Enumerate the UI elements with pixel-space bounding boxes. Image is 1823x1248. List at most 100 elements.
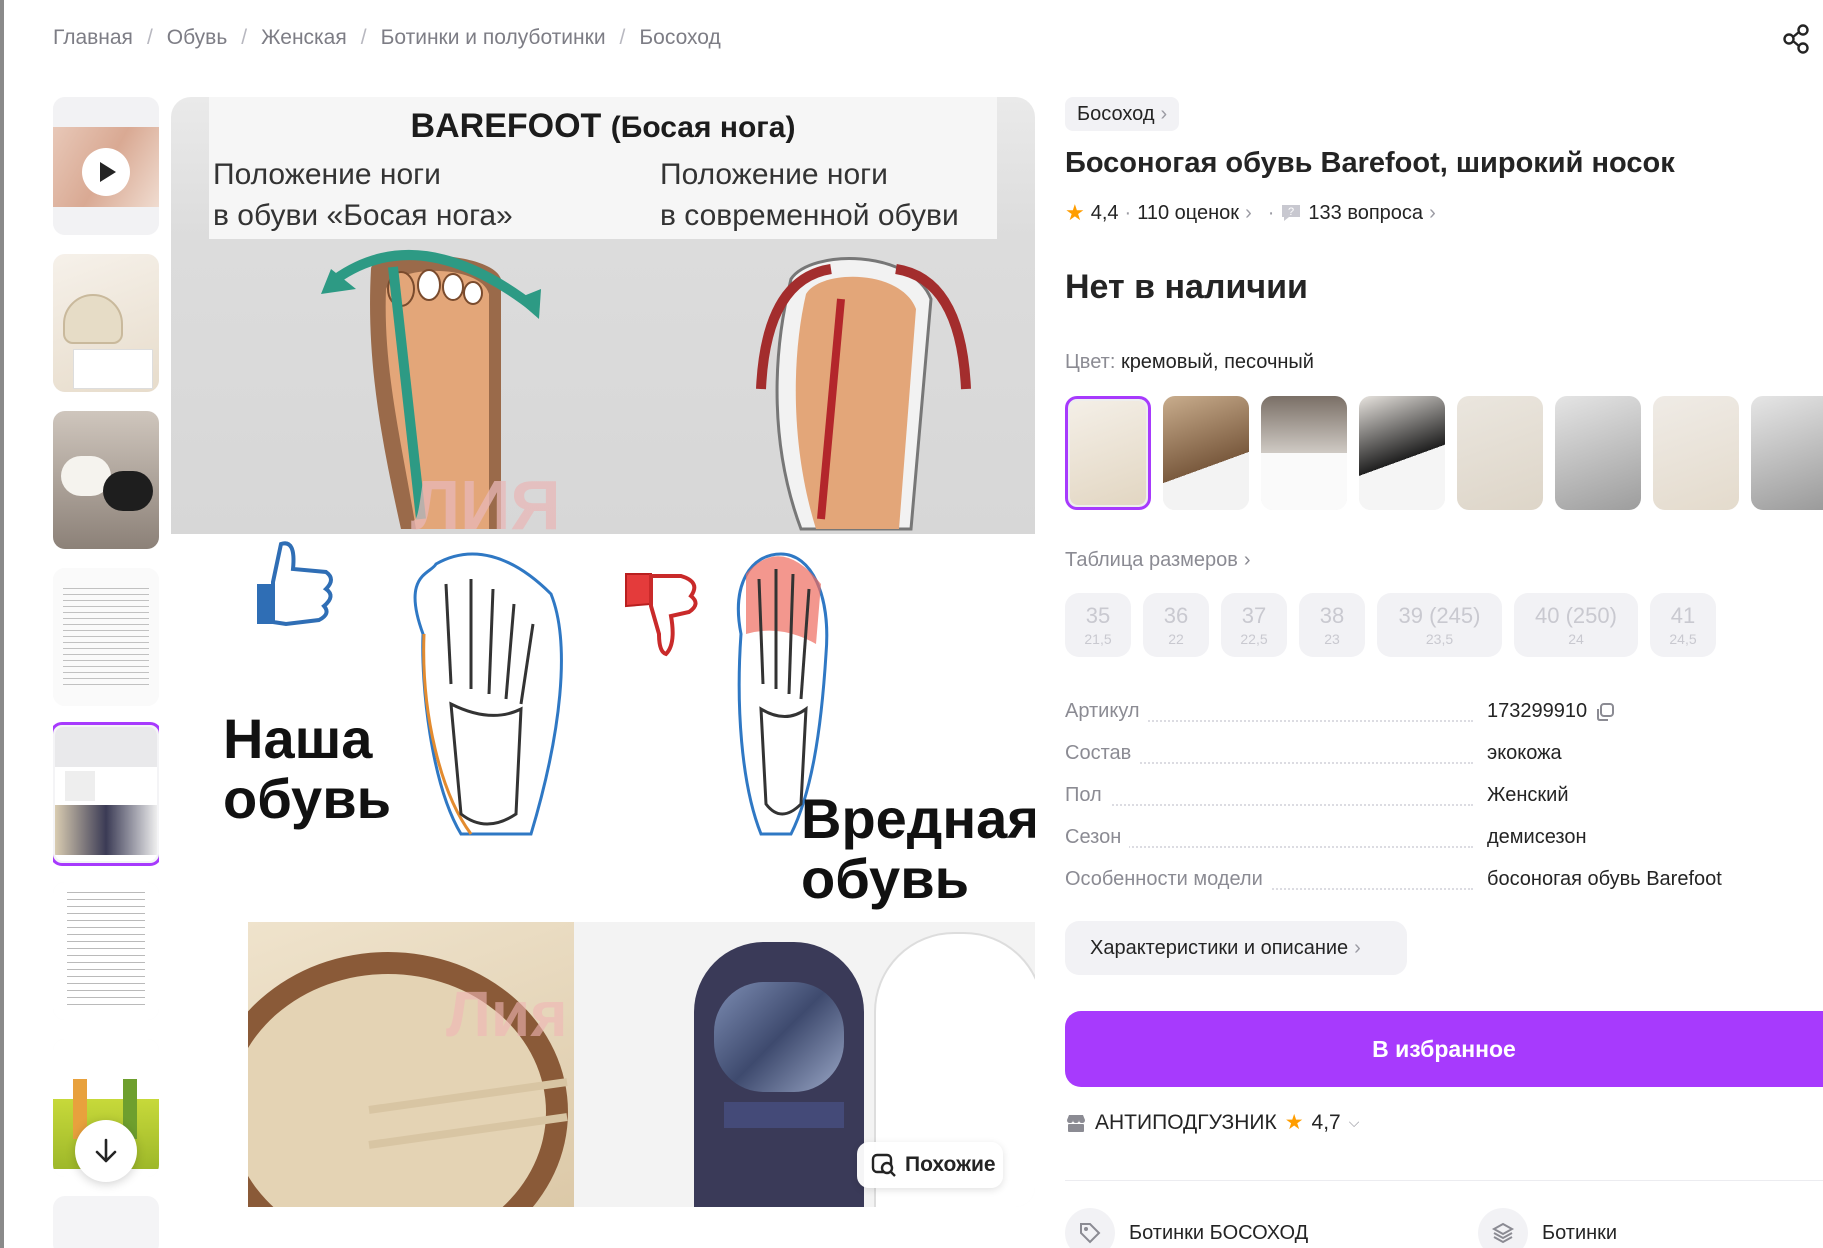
size-table-link[interactable]: Таблица размеров › <box>1065 549 1251 572</box>
color-swatch[interactable] <box>1163 396 1249 510</box>
color-swatch[interactable] <box>1653 396 1739 510</box>
thumbnail-video[interactable] <box>53 97 159 235</box>
image-heading: BAREFOOT (Босая нога) <box>171 107 1035 146</box>
thumbnail[interactable] <box>53 882 159 1020</box>
thumbnail[interactable] <box>53 411 159 549</box>
size-option[interactable]: 36 22 <box>1143 593 1209 657</box>
size-main: 41 <box>1670 603 1696 628</box>
product-title: Босоногая обувь Barefoot, широкий носок <box>1065 147 1675 179</box>
spec-value: Женский <box>1487 784 1569 806</box>
size-sub: 23,5 <box>1425 631 1454 647</box>
thumbnail[interactable] <box>53 1196 159 1248</box>
chevron-right-icon: › <box>1245 201 1252 224</box>
star-icon: ★ <box>1284 1111 1304 1134</box>
spec-row: Пол Женский <box>1065 784 1823 816</box>
seller-row[interactable]: АНТИПОДГУЗНИК ★ 4,7 ⌵ <box>1065 1110 1359 1135</box>
color-swatch[interactable] <box>1457 396 1543 510</box>
size-main: 36 <box>1163 603 1189 628</box>
category-tag-label: Ботинки БОСОХОД <box>1129 1221 1309 1244</box>
category-tag[interactable]: Ботинки БОСОХОД <box>1065 1208 1308 1248</box>
size-option[interactable]: 41 24,5 <box>1650 593 1716 657</box>
spec-key: Пол <box>1065 784 1110 807</box>
thumbnail[interactable] <box>53 568 159 706</box>
spec-leader <box>1065 804 1473 806</box>
product-page: Главная / Обувь / Женская / Ботинки и по… <box>0 0 1823 1248</box>
spec-row: Состав экокожа <box>1065 742 1823 774</box>
rating-row: ★ 4,4 · 110 оценок › · ? 133 вопроса › <box>1065 200 1436 226</box>
brand-link[interactable]: Босоход › <box>1065 97 1180 131</box>
category-tags: Ботинки БОСОХОД Ботинки <box>1065 1208 1823 1248</box>
size-sub: 22,5 <box>1240 631 1268 647</box>
color-swatch[interactable] <box>1555 396 1641 510</box>
thumbnail-selected[interactable] <box>53 722 159 866</box>
dot-separator: · <box>1267 201 1275 224</box>
seller-name: АНТИПОДГУЗНИК <box>1095 1110 1277 1134</box>
size-sub: 23 <box>1324 631 1340 647</box>
breadcrumb-item[interactable]: Женская <box>261 26 347 50</box>
star-icon: ★ <box>1065 200 1085 225</box>
breadcrumb-item[interactable]: Ботинки и полуботинки <box>381 26 606 50</box>
similar-search-icon <box>871 1153 896 1177</box>
thumbnail[interactable] <box>53 254 159 392</box>
seller-rating: 4,7 <box>1311 1110 1341 1134</box>
category-tag-label: Ботинки <box>1542 1221 1618 1244</box>
size-option[interactable]: 37 22,5 <box>1221 593 1287 657</box>
good-shoes-label: Наша обувь <box>223 709 391 829</box>
dot-separator: · <box>1124 201 1132 224</box>
size-main: 35 <box>1085 603 1111 628</box>
watermark-text: Лия <box>446 978 568 1050</box>
image-left-caption: Положение ноги в обуви «Босая нога» <box>213 154 513 236</box>
color-swatches <box>1065 396 1823 512</box>
copy-icon[interactable] <box>1595 702 1615 722</box>
chevron-down-icon: ⌵ <box>1348 1114 1360 1130</box>
size-option[interactable]: 35 21,5 <box>1065 593 1131 657</box>
characteristics-button[interactable]: Характеристики и описание › <box>1065 921 1407 975</box>
reviews-link[interactable]: 110 оценок <box>1137 202 1239 225</box>
size-table-label: Таблица размеров <box>1065 549 1238 571</box>
spec-key: Сезон <box>1065 826 1130 849</box>
add-to-favorites-button[interactable]: В избранное <box>1065 1011 1823 1087</box>
color-row: Цвет: кремовый, песочный <box>1065 351 1314 374</box>
photo-barefoot-shoe <box>248 922 574 1207</box>
size-main: 40 (250) <box>1535 603 1617 628</box>
characteristics-label: Характеристики и описание <box>1090 936 1349 959</box>
similar-button[interactable]: Похожие <box>857 1142 1003 1188</box>
image-right-caption: Положение ноги в современной обуви <box>660 154 959 236</box>
color-swatch[interactable] <box>1751 396 1823 510</box>
breadcrumb-separator: / <box>241 26 248 49</box>
main-product-image[interactable]: BAREFOOT (Босая нога) Положение ноги в о… <box>171 97 1035 1207</box>
size-option[interactable]: 38 23 <box>1299 593 1365 657</box>
color-swatch[interactable] <box>1359 396 1445 510</box>
breadcrumb-separator: / <box>360 26 367 49</box>
rating-value: 4,4 <box>1090 201 1119 224</box>
spec-value: босоногая обувь Barefoot <box>1487 868 1722 890</box>
color-swatch[interactable] <box>1261 396 1347 510</box>
questions-link[interactable]: 133 вопроса <box>1308 202 1423 225</box>
size-option[interactable]: 40 (250) 24 <box>1514 593 1638 657</box>
scroll-down-button[interactable] <box>75 1120 137 1182</box>
availability-status: Нет в наличии <box>1065 268 1308 306</box>
breadcrumb-item[interactable]: Обувь <box>167 26 228 50</box>
bad-label-line: обувь <box>801 847 970 910</box>
svg-text:?: ? <box>1288 206 1294 218</box>
category-tag[interactable]: Ботинки <box>1478 1208 1617 1248</box>
good-label-line: обувь <box>223 767 392 830</box>
right-caption-line: в современной обуви <box>660 199 959 232</box>
play-icon <box>82 148 130 196</box>
bad-label-line: Вредная <box>801 787 1035 850</box>
size-main: 37 <box>1241 603 1267 628</box>
watermark-text: ЛИЯ <box>411 466 561 534</box>
spec-value: демисезон <box>1487 826 1587 848</box>
shop-icon <box>1067 1114 1085 1132</box>
breadcrumb-item[interactable]: Босоход <box>639 26 720 50</box>
tag-icon <box>1065 1208 1115 1248</box>
breadcrumb-item[interactable]: Главная <box>53 26 133 50</box>
color-swatch-selected[interactable] <box>1065 396 1151 510</box>
chevron-right-icon: › <box>1243 549 1251 571</box>
thumbnail-list <box>53 97 159 1248</box>
spec-value: экокожа <box>1487 742 1562 764</box>
breadcrumb-separator: / <box>146 26 153 49</box>
question-bubble-icon: ? <box>1282 205 1301 221</box>
spec-value-wrap: 173299910 <box>1487 700 1615 723</box>
size-option[interactable]: 39 (245) 23,5 <box>1377 593 1502 657</box>
